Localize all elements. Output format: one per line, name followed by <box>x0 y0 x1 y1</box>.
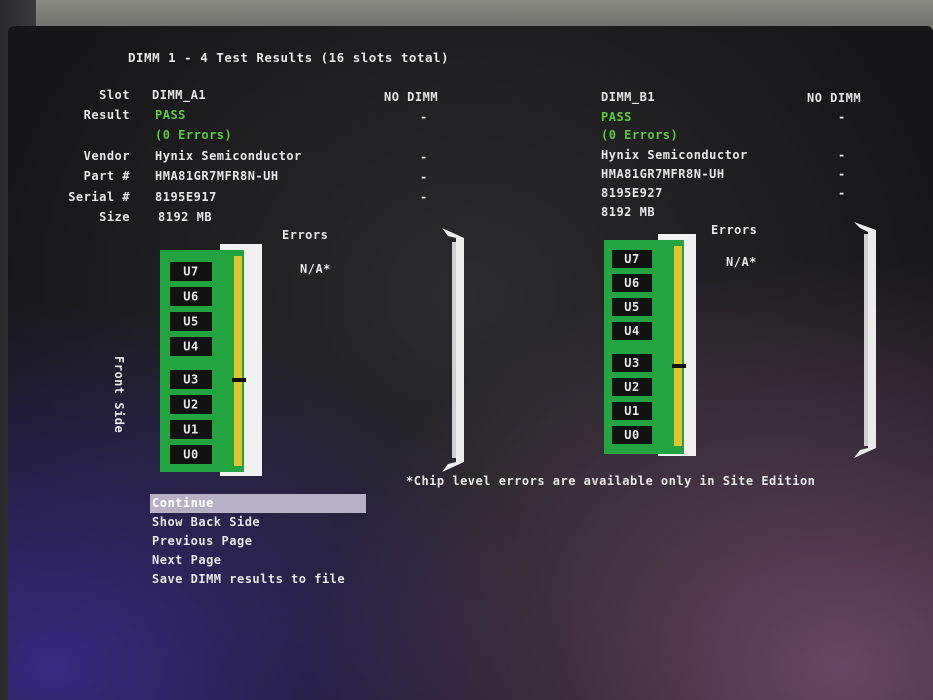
page-title: DIMM 1 - 4 Test Results (16 slots total) <box>128 50 450 65</box>
module-b1-chip-label-u6: U6 <box>624 276 639 290</box>
slot-a1-size: 8192 MB <box>158 210 213 224</box>
module-b1-chip-label-u5: U5 <box>624 300 639 314</box>
menu-save-dimm-results[interactable]: Save DIMM results to file <box>150 570 366 589</box>
slot-a1-serial: 8195E917 <box>155 190 217 204</box>
slot-2-name: NO DIMM <box>384 90 439 104</box>
module-a1-chip-label-u0: U0 <box>183 448 198 462</box>
slot-b1-serial: 8195E927 <box>601 186 663 200</box>
errors-header-1: Errors <box>282 228 329 242</box>
slot-a1-result: PASS <box>155 108 186 122</box>
slot-4-serial: - <box>838 186 846 200</box>
module-b1-chip-label-u0: U0 <box>624 428 639 442</box>
module-b1-chip-label-u3: U3 <box>624 356 639 370</box>
slot-b1-result: PASS <box>601 110 632 124</box>
slot-b1-errors: (0 Errors) <box>601 128 679 142</box>
module-b1-chip-label-u4: U4 <box>624 324 639 338</box>
label-part: Part # <box>83 169 130 183</box>
slot-2-part: - <box>420 170 428 184</box>
module-b1-pcb <box>604 240 684 454</box>
action-menu: Continue Show Back Side Previous Page Ne… <box>150 494 366 589</box>
errors-header-2: Errors <box>711 223 758 237</box>
empty-slot-connector-4 <box>854 222 876 458</box>
label-slot: Slot <box>99 88 130 102</box>
module-b1-gold-contacts <box>674 246 682 446</box>
module-a1-chip-label-u4: U4 <box>183 340 198 354</box>
front-side-label: Front Side <box>112 356 126 434</box>
bios-screen: DIMM 1 - 4 Test Results (16 slots total)… <box>8 26 933 700</box>
menu-continue[interactable]: Continue <box>150 494 366 513</box>
module-b1-chip-label-u2: U2 <box>624 380 639 394</box>
slot-4-name: NO DIMM <box>807 91 862 105</box>
menu-previous-page[interactable]: Previous Page <box>150 532 366 551</box>
label-vendor: Vendor <box>83 149 130 163</box>
slot-2-serial: - <box>420 190 428 204</box>
slot-2-result: - <box>420 110 428 124</box>
module-a1-chip-label-u5: U5 <box>183 315 198 329</box>
menu-show-back-side[interactable]: Show Back Side <box>150 513 366 532</box>
module-b1-chip-label-u7: U7 <box>624 252 639 266</box>
slot-b1-size: 8192 MB <box>601 205 656 219</box>
module-a1-chip-label-u6: U6 <box>183 290 198 304</box>
menu-next-page[interactable]: Next Page <box>150 551 366 570</box>
label-size: Size <box>99 210 130 224</box>
dimm-module-a1: U7 U6 U5 U4 U3 U2 U1 U0 <box>160 244 262 476</box>
slot-2-vendor: - <box>420 150 428 164</box>
slot-b1-part: HMA81GR7MFR8N-UH <box>601 167 725 181</box>
slot-a1-part: HMA81GR7MFR8N-UH <box>155 169 279 183</box>
site-edition-note: *Chip level errors are available only in… <box>406 474 816 488</box>
errors-value-1: N/A* <box>300 262 331 276</box>
module-b1-chip-label-u1: U1 <box>624 404 639 418</box>
module-a1-gold-contacts <box>234 256 242 466</box>
empty-slot-connector-2 <box>442 228 464 472</box>
slot-b1-vendor: Hynix Semiconductor <box>601 148 748 162</box>
slot-a1-name: DIMM_A1 <box>152 88 207 102</box>
slot-4-vendor: - <box>838 148 846 162</box>
label-result: Result <box>83 108 130 122</box>
slot-a1-errors: (0 Errors) <box>155 128 233 142</box>
errors-value-2: N/A* <box>726 255 757 269</box>
dimm-module-b1: U7 U6 U5 U4 U3 U2 U1 U0 <box>604 234 696 456</box>
module-a1-chip-label-u7: U7 <box>183 265 198 279</box>
module-a1-chip-label-u1: U1 <box>183 423 198 437</box>
module-a1-chip-label-u2: U2 <box>183 398 198 412</box>
module-a1-chip-label-u3: U3 <box>183 373 198 387</box>
slot-b1-name: DIMM_B1 <box>601 90 656 104</box>
slot-4-result: - <box>838 110 846 124</box>
slot-a1-vendor: Hynix Semiconductor <box>155 149 302 163</box>
label-serial: Serial # <box>68 190 130 204</box>
slot-4-part: - <box>838 167 846 181</box>
